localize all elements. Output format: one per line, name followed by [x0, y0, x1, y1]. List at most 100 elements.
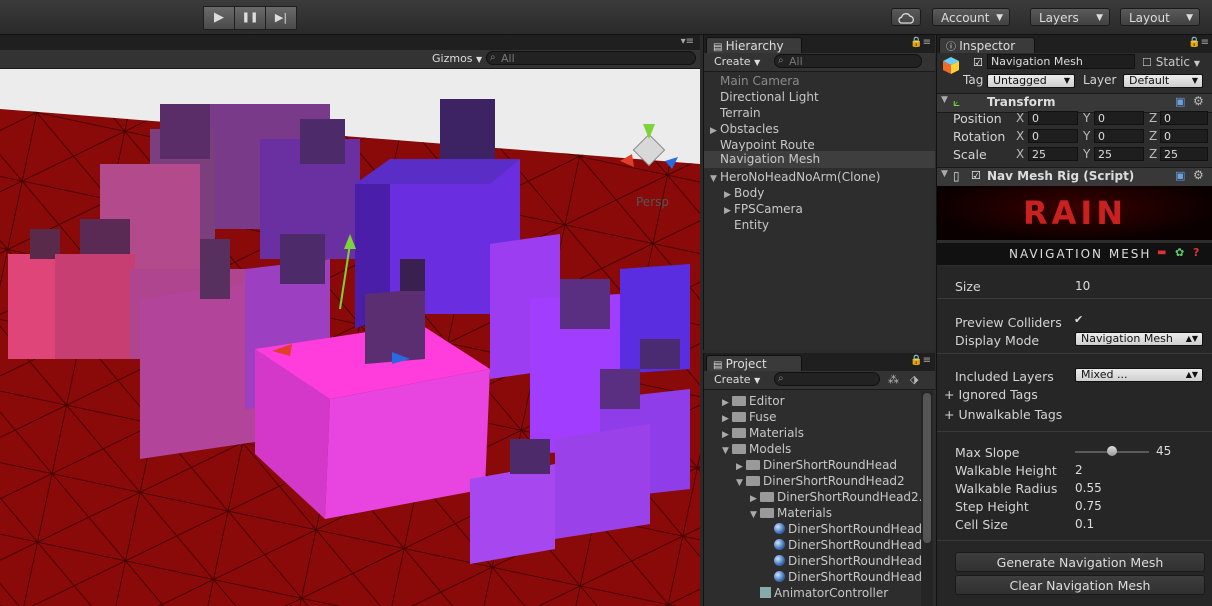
collapse-arrow-icon[interactable]: ▼ [710, 171, 720, 187]
panel-menu-icon[interactable]: ▾≡ [681, 36, 694, 47]
lock-icon[interactable]: 🔒≡ [910, 37, 931, 48]
expand-arrow-icon[interactable]: ▶ [710, 123, 720, 139]
tag-dropdown[interactable]: Untagged ▼ [987, 74, 1075, 88]
ignored-tags-foldout[interactable]: + Ignored Tags [944, 387, 1038, 402]
material-icon [774, 571, 785, 582]
hierarchy-item[interactable]: ▼ HeroNoHeadNoArm(Clone) [710, 169, 880, 185]
step-height-field[interactable]: 0.75 [1071, 498, 1203, 513]
project-item[interactable]: ▶ Materials [722, 425, 804, 441]
account-dropdown[interactable]: Account ▼ [932, 8, 1010, 26]
layer-dropdown[interactable]: Default ▼ [1123, 74, 1203, 88]
help-icon[interactable]: ▣ [1175, 169, 1185, 182]
active-checkbox[interactable]: ☑ [973, 56, 983, 69]
project-item[interactable]: DinerShortRoundHead [774, 521, 922, 537]
hierarchy-item[interactable]: ▶ Obstacles [710, 121, 779, 137]
preview-colliders-checkbox[interactable]: ✔ [1074, 313, 1083, 326]
scene-search-input[interactable]: All [486, 51, 696, 65]
filter-type-icon[interactable]: ⁂ [888, 373, 899, 386]
step-height-label: Step Height [955, 499, 1029, 514]
tab-project[interactable]: ▤ Project [706, 355, 802, 371]
project-item[interactable]: ▼ Materials [750, 505, 832, 521]
project-item[interactable]: ▶ DinerShortRoundHead2.f [750, 489, 927, 505]
script-enabled-checkbox[interactable]: ☑ [971, 169, 981, 182]
scale-z-field[interactable]: 25 [1160, 147, 1208, 161]
lock-icon[interactable]: 🔒≡ [910, 355, 931, 366]
persp-label[interactable]: Persp [636, 195, 669, 209]
collapse-arrow-icon[interactable]: ▼ [722, 443, 732, 459]
included-layers-dropdown[interactable]: Mixed ... ▲▼ [1075, 368, 1203, 382]
cloud-button[interactable] [891, 8, 921, 26]
walkable-height-field[interactable]: 2 [1071, 462, 1203, 477]
material-icon [774, 539, 785, 550]
filter-label-icon[interactable]: ⬗ [910, 373, 918, 386]
collapse-arrow-icon[interactable]: ▼ [941, 169, 948, 179]
project-item[interactable]: DinerShortRoundHead [774, 553, 922, 569]
transform-header[interactable]: ▼ ⟀ Transform ▣ ⚙ [937, 93, 1212, 113]
cell-size-field[interactable]: 0.1 [1071, 516, 1203, 531]
rain-help-icon[interactable]: ? [1193, 246, 1199, 259]
script-header[interactable]: ▼ ▯ ☑ Nav Mesh Rig (Script) ▣ ⚙ [937, 167, 1212, 187]
project-scrollbar[interactable] [921, 391, 933, 606]
project-item[interactable]: ▶ DinerShortRoundHead [736, 457, 897, 473]
scrollbar-thumb[interactable] [923, 393, 931, 543]
project-item[interactable]: ▼ Models [722, 441, 791, 457]
step-button[interactable]: ▶| [265, 6, 297, 30]
rotation-y-field[interactable]: 0 [1094, 129, 1144, 143]
axis-z-label: Z [1149, 111, 1158, 125]
size-field[interactable]: 10 [1071, 278, 1203, 293]
max-slope-slider-thumb[interactable] [1107, 446, 1117, 456]
hierarchy-item-selected[interactable]: Navigation Mesh [704, 151, 935, 168]
rain-settings-icon[interactable]: ✿ [1175, 246, 1184, 259]
rotation-z-field[interactable]: 0 [1160, 129, 1208, 143]
collapse-arrow-icon[interactable]: ▼ [941, 95, 948, 105]
project-item[interactable]: ▶ Fuse [722, 409, 777, 425]
collapse-arrow-icon[interactable]: ▼ [736, 475, 746, 491]
project-item[interactable]: DinerShortRoundHead [774, 537, 922, 553]
unwalkable-tags-foldout[interactable]: + Unwalkable Tags [944, 407, 1062, 422]
object-name-field[interactable]: Navigation Mesh [987, 54, 1135, 69]
position-z-field[interactable]: 0 [1160, 111, 1208, 125]
tab-hierarchy[interactable]: ▤ Hierarchy [706, 37, 802, 53]
rotation-x-field[interactable]: 0 [1028, 129, 1078, 143]
generate-navmesh-button[interactable]: Generate Navigation Mesh [955, 552, 1205, 572]
hierarchy-item[interactable]: Terrain [720, 105, 761, 121]
scene-viewport[interactable]: Persp [0, 69, 700, 606]
layers-dropdown[interactable]: Layers ▼ [1030, 8, 1110, 26]
collapse-arrow-icon[interactable]: ▼ [750, 507, 760, 523]
gear-icon[interactable]: ⚙ [1193, 94, 1204, 108]
hierarchy-item[interactable]: Directional Light [720, 89, 819, 105]
tab-inspector[interactable]: ⓘ Inspector [939, 37, 1035, 53]
play-button[interactable]: ▶ [203, 6, 235, 30]
hierarchy-create-button[interactable]: Create ▼ [706, 54, 768, 70]
project-item[interactable]: ▶ Editor [722, 393, 785, 409]
clear-navmesh-button[interactable]: Clear Navigation Mesh [955, 575, 1205, 595]
scale-x-field[interactable]: 25 [1028, 147, 1078, 161]
static-checkbox[interactable]: ☐ [1142, 56, 1152, 69]
project-create-button[interactable]: Create ▼ [706, 372, 768, 388]
scale-y-field[interactable]: 25 [1094, 147, 1144, 161]
rain-menu-icon[interactable]: ▬ [1157, 247, 1166, 258]
layout-dropdown[interactable]: Layout ▼ [1120, 8, 1200, 26]
position-x-field[interactable]: 0 [1028, 111, 1078, 125]
project-item[interactable]: AnimatorController [760, 585, 888, 601]
hierarchy-item[interactable]: Entity [734, 217, 769, 233]
walkable-radius-field[interactable]: 0.55 [1071, 480, 1203, 495]
project-item[interactable]: DinerShortRoundHead [774, 569, 922, 585]
expand-arrow-icon[interactable]: ▶ [724, 203, 734, 219]
max-slope-value[interactable]: 45 [1156, 444, 1171, 458]
static-toggle[interactable]: ☐ Static ▼ [1142, 55, 1200, 69]
display-mode-dropdown[interactable]: Navigation Mesh ▲▼ [1075, 332, 1203, 346]
hierarchy-item[interactable]: Main Camera [720, 73, 800, 89]
hierarchy-search-input[interactable]: All [774, 54, 922, 68]
hierarchy-item[interactable]: ▶ Body [724, 185, 764, 201]
project-search-input[interactable] [774, 372, 880, 386]
gizmos-dropdown[interactable]: Gizmos ▼ [424, 51, 490, 67]
lock-icon[interactable]: 🔒≡ [1188, 37, 1209, 48]
dropdown-arrow-icon: ▼ [1186, 13, 1193, 23]
gear-icon[interactable]: ⚙ [1193, 168, 1204, 182]
hierarchy-item[interactable]: ▶ FPSCamera [724, 201, 803, 217]
project-item[interactable]: ▼ DinerShortRoundHead2 [736, 473, 905, 489]
position-y-field[interactable]: 0 [1094, 111, 1144, 125]
help-icon[interactable]: ▣ [1175, 95, 1185, 108]
pause-button[interactable]: ❚❚ [234, 6, 266, 30]
